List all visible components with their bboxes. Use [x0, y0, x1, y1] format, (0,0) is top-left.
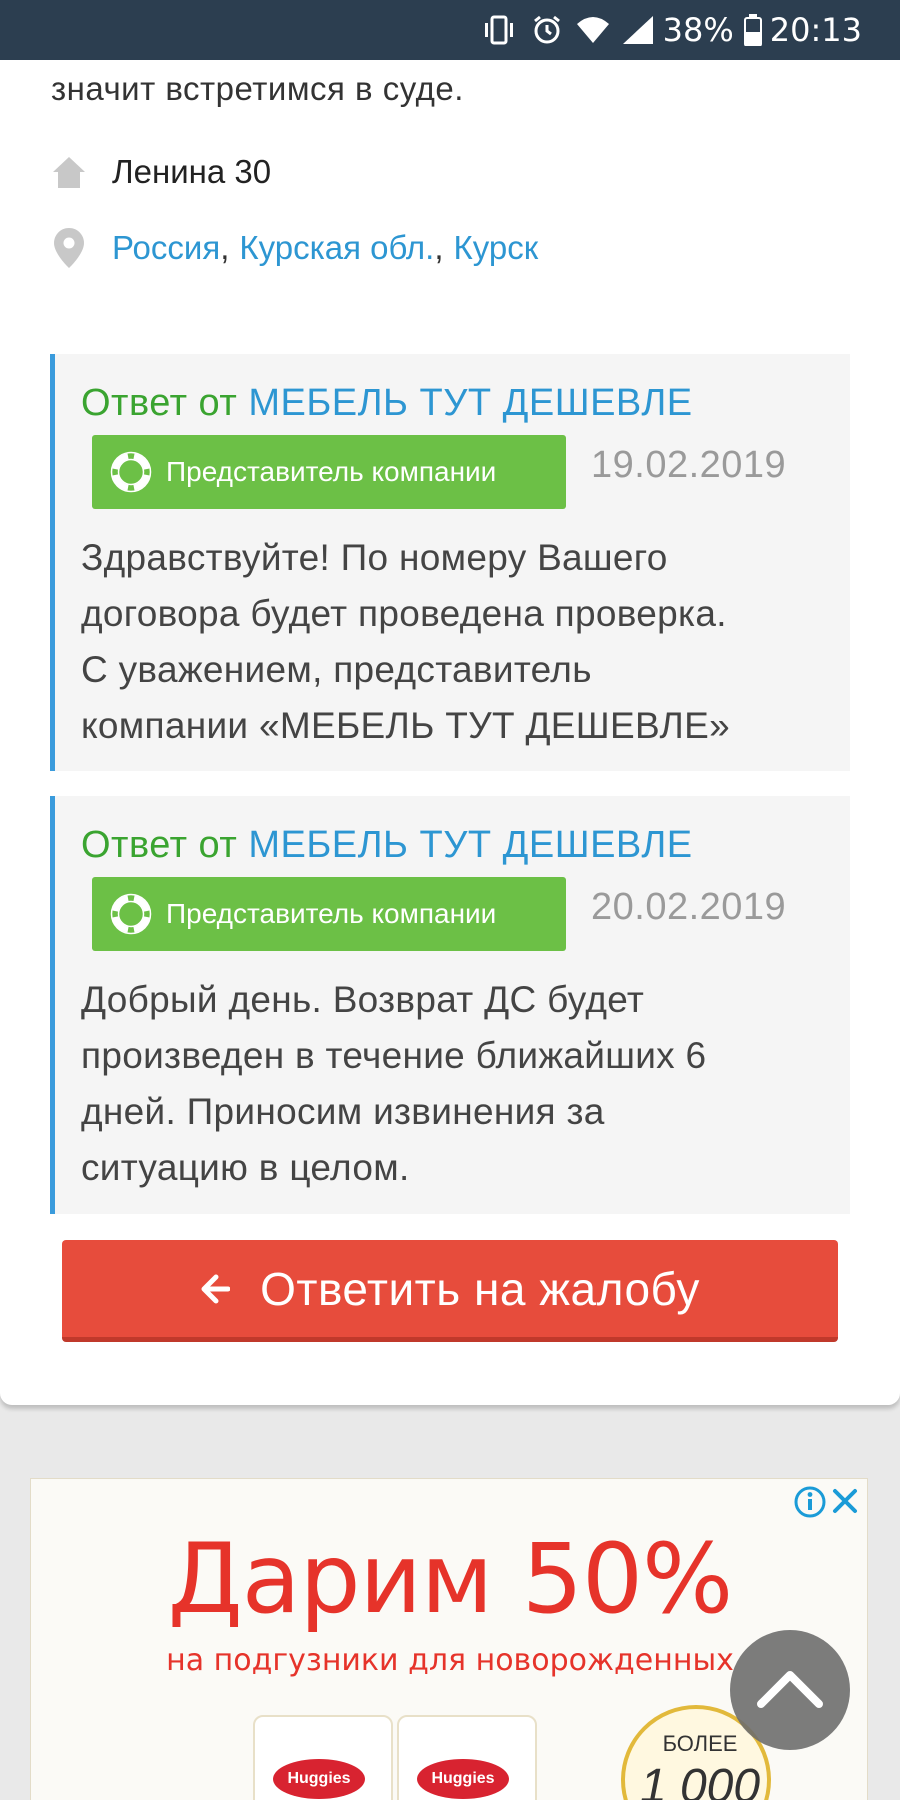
- answer-date: 19.02.2019: [591, 444, 787, 486]
- answer-text: Здравствуйте! По номеру Вашего договора …: [81, 530, 841, 754]
- location-row: Россия , Курская обл. , Курск: [51, 228, 538, 268]
- answer-text-line: Здравствуйте! По номеру Вашего: [81, 537, 668, 578]
- signal-icon: [622, 16, 653, 44]
- vibrate-icon: [481, 14, 517, 46]
- diaper-pack-image: Huggies: [253, 1715, 393, 1800]
- answer-from-label: Ответ от: [81, 382, 238, 424]
- answer-text-line: С уважением, представитель: [81, 649, 592, 690]
- address-row: Ленина 30: [51, 152, 271, 192]
- map-pin-icon: [51, 228, 87, 268]
- badge-label: Представитель компании: [166, 898, 497, 929]
- answer-text-line: компании «МЕБЕЛЬ ТУТ ДЕШЕВЛЕ»: [81, 705, 730, 746]
- scroll-to-top-button[interactable]: [730, 1630, 850, 1750]
- location-separator: ,: [220, 229, 230, 266]
- clock: 20:13: [769, 11, 862, 49]
- reply-button-label: Ответить на жалобу: [260, 1262, 700, 1315]
- ad-headline: Дарим 50%: [167, 1523, 733, 1635]
- company-link[interactable]: МЕБЕЛЬ ТУТ ДЕШЕВЛЕ: [248, 824, 692, 866]
- seal-number: 1 000: [639, 1760, 761, 1800]
- answer-header: Ответ от МЕБЕЛЬ ТУТ ДЕШЕВЛЕ: [81, 382, 693, 425]
- huggies-logo: Huggies: [417, 1759, 509, 1799]
- answer-text-line: дней. Приносим извинения за: [81, 1091, 605, 1132]
- answer-text-line: ситуацию в целом.: [81, 1147, 410, 1188]
- battery-percent: 38%: [662, 11, 734, 49]
- huggies-logo: Huggies: [273, 1759, 365, 1799]
- answer-text-line: произведен в течение ближайших 6: [81, 1035, 707, 1076]
- chevron-up-icon: [755, 1666, 825, 1715]
- ad-info-icon[interactable]: [793, 1485, 827, 1519]
- complaint-card: значит встретимся в суде. Ленина 30 Росс…: [0, 60, 900, 1405]
- lifebuoy-icon: [110, 451, 152, 493]
- status-bar: 38% 20:13: [0, 0, 900, 60]
- wifi-icon: [576, 16, 609, 44]
- ad-close-icon[interactable]: [829, 1485, 861, 1517]
- advertisement-banner[interactable]: Дарим 50% на подгузники для новорожденны…: [30, 1478, 868, 1800]
- home-icon: [51, 152, 87, 192]
- lifebuoy-icon: [110, 893, 152, 935]
- location-region-link[interactable]: Курская обл.: [239, 229, 434, 267]
- company-link[interactable]: МЕБЕЛЬ ТУТ ДЕШЕВЛЕ: [248, 382, 692, 424]
- battery-icon: [743, 14, 762, 46]
- company-representative-badge: Представитель компании: [92, 435, 566, 509]
- company-answer: Ответ от МЕБЕЛЬ ТУТ ДЕШЕВЛЕ Представител…: [50, 354, 850, 771]
- answer-text: Добрый день. Возврат ДС будет произведен…: [81, 972, 841, 1196]
- company-answer: Ответ от МЕБЕЛЬ ТУТ ДЕШЕВЛЕ Представител…: [50, 796, 850, 1214]
- complaint-text-tail: значит встретимся в суде.: [51, 70, 464, 107]
- answer-date: 20.02.2019: [591, 886, 787, 928]
- location-city-link[interactable]: Курск: [454, 229, 539, 267]
- company-representative-badge: Представитель компании: [92, 877, 566, 951]
- location-separator: ,: [434, 229, 444, 266]
- badge-label: Представитель компании: [166, 456, 497, 487]
- diaper-pack-image: Huggies: [397, 1715, 537, 1800]
- answer-from-label: Ответ от: [81, 824, 238, 866]
- arrow-left-icon: [200, 1274, 231, 1304]
- answer-header: Ответ от МЕБЕЛЬ ТУТ ДЕШЕВЛЕ: [81, 824, 693, 867]
- address-text: Ленина 30: [112, 153, 272, 190]
- reply-to-complaint-button[interactable]: Ответить на жалобу: [62, 1240, 838, 1342]
- answer-text-line: договора будет проведена проверка.: [81, 593, 727, 634]
- location-country-link[interactable]: Россия: [112, 229, 220, 267]
- alarm-icon: [531, 14, 563, 46]
- answer-text-line: Добрый день. Возврат ДС будет: [81, 979, 645, 1020]
